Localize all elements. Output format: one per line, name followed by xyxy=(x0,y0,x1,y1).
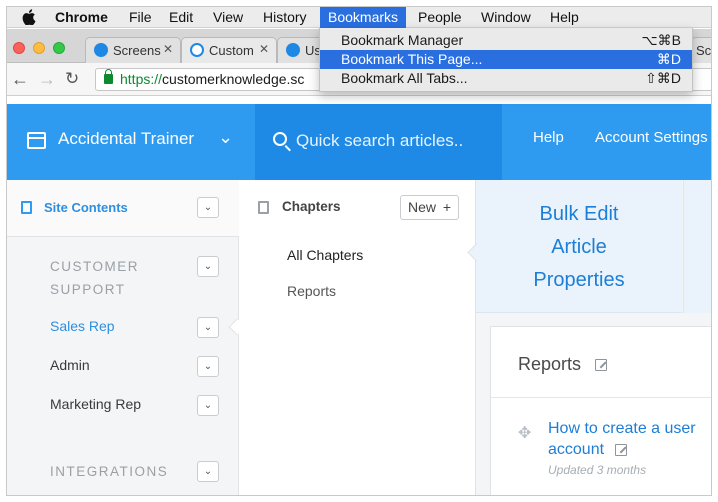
menu-item-label: Bookmark All Tabs... xyxy=(341,70,468,86)
account-settings-link[interactable]: Account Settings xyxy=(595,129,708,146)
site-name: Accidental Trainer xyxy=(58,129,195,148)
bulk-edit-line: Properties xyxy=(533,269,625,291)
menu-item-bookmark-manager[interactable]: Bookmark Manager ⌥⌘B xyxy=(320,31,692,50)
dropdown-toggle[interactable]: ⌄ xyxy=(197,197,219,218)
menu-history[interactable]: History xyxy=(255,7,315,28)
zoom-window-button[interactable] xyxy=(53,42,65,54)
sidebar-item-marketing-rep[interactable]: Marketing Rep xyxy=(50,396,141,412)
tab-title: Scr xyxy=(696,43,712,58)
bulk-edit-line: Article xyxy=(551,236,607,258)
dropdown-toggle[interactable]: ⌄ xyxy=(197,395,219,416)
browser-tab[interactable]: Custom ✕ xyxy=(181,37,277,63)
close-icon[interactable]: ✕ xyxy=(163,42,173,56)
customer-knowledge-icon xyxy=(190,43,204,57)
edit-icon[interactable] xyxy=(595,359,607,371)
sidebar-item-admin[interactable]: Admin xyxy=(50,357,90,373)
forward-arrow-icon[interactable]: → xyxy=(38,69,56,90)
sidebar-item-sales-rep[interactable]: Sales Rep xyxy=(50,318,115,334)
menu-bookmarks[interactable]: Bookmarks xyxy=(320,7,407,28)
chevron-down-icon[interactable]: ⌄ xyxy=(218,127,233,148)
window-icon xyxy=(27,132,46,149)
lock-icon xyxy=(104,69,113,84)
menu-file[interactable]: File xyxy=(121,7,160,28)
site-contents-sidebar: Site Contents ⌄ CUSTOMER SUPPORT ⌄ Sales… xyxy=(7,180,239,495)
sidebar-category-customer-support: CUSTOMER SUPPORT xyxy=(50,259,140,297)
search-placeholder: Quick search articles.. xyxy=(296,131,464,150)
help-link[interactable]: Help xyxy=(533,129,564,146)
sidebar-category-integrations: INTEGRATIONS xyxy=(50,464,169,479)
apple-logo-icon[interactable] xyxy=(22,9,36,25)
edit-icon[interactable] xyxy=(614,444,627,456)
menu-people[interactable]: People xyxy=(410,7,470,28)
menu-item-shortcut: ⌥⌘B xyxy=(641,32,681,48)
chapter-item-reports[interactable]: Reports xyxy=(287,283,336,299)
dropdown-toggle[interactable]: ⌄ xyxy=(197,461,219,482)
chapter-item-all-chapters[interactable]: All Chapters xyxy=(287,247,363,263)
new-button-label: New xyxy=(408,199,437,215)
dropdown-toggle[interactable]: ⌄ xyxy=(197,256,219,277)
menu-help[interactable]: Help xyxy=(542,7,587,28)
plus-icon: + xyxy=(442,199,451,215)
card-title: Reports xyxy=(518,354,582,374)
menu-view[interactable]: View xyxy=(205,7,251,28)
menu-window[interactable]: Window xyxy=(473,7,539,28)
article-updated: Updated 3 months xyxy=(548,463,647,477)
bulk-edit-article-properties-button[interactable]: Bulk Edit Article Properties xyxy=(476,180,682,313)
tab-title: Custom xyxy=(209,43,254,58)
browser-tab[interactable]: Scr xyxy=(691,37,712,63)
screenshot-frame: Chrome File Edit View History Bookmarks … xyxy=(6,6,712,496)
minimize-window-button[interactable] xyxy=(33,42,45,54)
main-content: Bulk Edit Article Properties Reports ✥ H… xyxy=(476,180,711,495)
menu-item-label: Bookmark Manager xyxy=(341,32,464,48)
book-icon xyxy=(21,201,32,214)
macos-menu-bar: Chrome File Edit View History Bookmarks … xyxy=(7,7,711,28)
move-icon[interactable]: ✥ xyxy=(518,423,531,443)
close-window-button[interactable] xyxy=(13,42,25,54)
sidebar-header: Site Contents ⌄ xyxy=(7,180,239,237)
browser-tab[interactable]: Screens ✕ xyxy=(85,37,181,63)
menu-item-label: Bookmark This Page... xyxy=(341,51,483,67)
screensteps-icon xyxy=(286,43,300,57)
dropdown-toggle[interactable]: ⌄ xyxy=(197,317,219,338)
reports-card: Reports ✥ How to create a user account U… xyxy=(490,326,711,495)
search-icon xyxy=(273,132,287,146)
menu-item-bookmark-all-tabs[interactable]: Bookmark All Tabs... ⇧⌘D xyxy=(320,69,692,88)
app-header: Accidental Trainer ⌄ Quick search articl… xyxy=(7,104,711,180)
chapters-title: Chapters xyxy=(282,199,341,214)
back-arrow-icon[interactable]: ← xyxy=(11,69,29,90)
sidebar-title[interactable]: Site Contents xyxy=(44,200,128,215)
bookmarks-dropdown: Bookmark Manager ⌥⌘B Bookmark This Page.… xyxy=(319,28,693,92)
menu-item-bookmark-this-page[interactable]: Bookmark This Page... ⌘D xyxy=(320,50,692,69)
article-link[interactable]: How to create a user account xyxy=(548,418,711,460)
book-icon xyxy=(258,201,269,214)
menu-app-chrome[interactable]: Chrome xyxy=(47,7,116,28)
dropdown-toggle[interactable]: ⌄ xyxy=(197,356,219,377)
url-host: customerknowledge.sc xyxy=(162,71,305,87)
reload-icon[interactable]: ↻ xyxy=(65,69,79,89)
bulk-edit-line: Bulk Edit xyxy=(539,203,619,225)
divider xyxy=(491,397,711,398)
new-chapter-button[interactable]: New + xyxy=(400,195,459,220)
quick-search[interactable]: Quick search articles.. xyxy=(255,104,502,180)
site-switcher[interactable]: Accidental Trainer ⌄ xyxy=(7,104,255,180)
menu-edit[interactable]: Edit xyxy=(161,7,201,28)
tab-title: Screens xyxy=(113,43,161,58)
menu-item-shortcut: ⌘D xyxy=(656,51,681,67)
url-scheme: https:// xyxy=(120,71,163,87)
toolbar-panel xyxy=(683,180,711,313)
menu-item-shortcut: ⇧⌘D xyxy=(645,70,681,86)
close-icon[interactable]: ✕ xyxy=(259,42,269,56)
screensteps-icon xyxy=(94,43,108,57)
chapters-panel: Chapters New + All Chapters Reports xyxy=(239,180,476,495)
